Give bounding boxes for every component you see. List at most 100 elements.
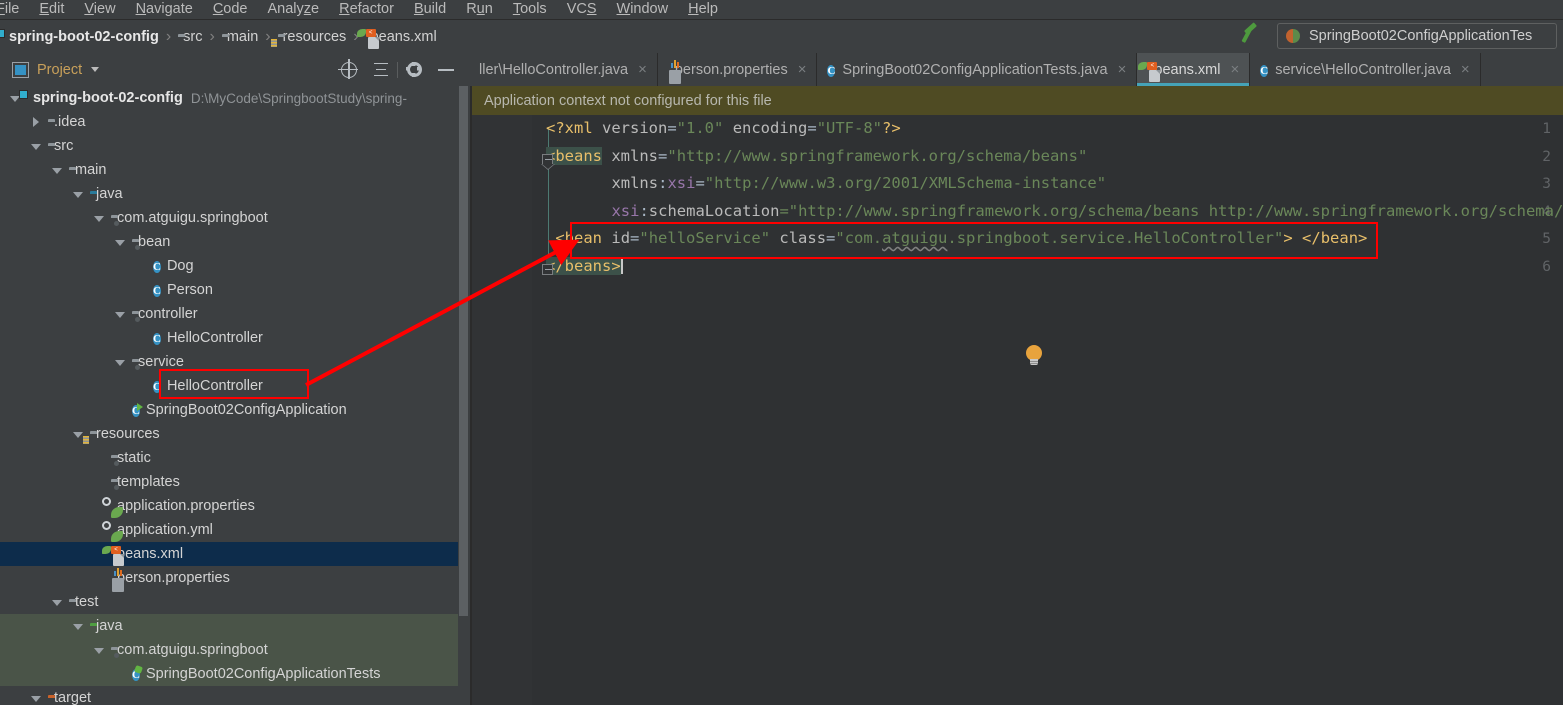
menu-item-window[interactable]: Window [607, 0, 679, 19]
tree-node-test[interactable]: test [0, 590, 458, 614]
editor-gutter[interactable] [472, 115, 532, 705]
breadcrumb-item-src[interactable]: src [178, 29, 202, 45]
close-icon[interactable]: × [798, 61, 807, 78]
code-line-6[interactable]: </beans> [546, 256, 623, 275]
menu-item-navigate[interactable]: Navigate [126, 0, 203, 19]
menu-item-view[interactable]: View [74, 0, 125, 19]
menu-item-run[interactable]: Run [456, 0, 503, 19]
tree-node-controller[interactable]: controller [0, 302, 458, 326]
breadcrumb-item-spring-boot-02-config[interactable]: spring-boot-02-config [4, 29, 159, 45]
locate-icon[interactable] [333, 55, 365, 85]
tree-node-static[interactable]: static [0, 446, 458, 470]
tree-node-springboot02configapplicationtests[interactable]: C SpringBoot02ConfigApplicationTests [0, 662, 458, 686]
build-project-button[interactable] [1241, 22, 1265, 47]
menu-item-vcs[interactable]: VCS [557, 0, 607, 19]
code-line-3[interactable]: xmlns:xsi="http://www.w3.org/2001/XMLSch… [611, 174, 1106, 192]
tree-node-hellocontroller[interactable]: C HelloController [0, 326, 458, 350]
java-runnable-class-icon: C [132, 405, 140, 417]
project-panel-title: Project [37, 61, 83, 78]
code-token: <?xml [546, 119, 602, 137]
code-line-4[interactable]: xsi:schemaLocation="http://www.springfra… [611, 202, 1563, 220]
close-icon[interactable]: × [638, 61, 647, 78]
close-icon[interactable]: × [1118, 61, 1127, 78]
collapse-all-icon[interactable] [365, 55, 397, 85]
chevron-right-icon[interactable] [31, 116, 42, 128]
menu-item-build[interactable]: Build [404, 0, 456, 19]
tree-node-spring-boot-02-config[interactable]: spring-boot-02-config D:\MyCode\Springboo… [0, 86, 458, 110]
tree-node-dog[interactable]: C Dog [0, 254, 458, 278]
tree-node-label: test [75, 594, 99, 610]
chevron-down-icon[interactable] [94, 645, 105, 656]
chevron-down-icon[interactable] [52, 165, 63, 176]
minimize-icon[interactable] [430, 55, 462, 85]
code-token: xsi [667, 174, 696, 192]
tree-node-service[interactable]: service [0, 350, 458, 374]
tree-node-main[interactable]: main [0, 158, 458, 182]
tree-node-hellocontroller[interactable]: C HelloController [0, 374, 458, 398]
code-editor[interactable]: 1 <?xml version="1.0" encoding="UTF-8"?> 2… [472, 115, 1563, 705]
gear-icon[interactable] [398, 55, 430, 85]
tree-node-bean[interactable]: bean [0, 230, 458, 254]
tree-node-java[interactable]: java [0, 614, 458, 638]
intention-bulb-icon[interactable] [1024, 345, 1044, 366]
breadcrumb-item-beans-xml[interactable]: < beans.xml [356, 28, 437, 49]
menu-item-edit[interactable]: Edit [29, 0, 74, 19]
code-line-1[interactable]: <?xml version="1.0" encoding="UTF-8"?> [546, 119, 901, 137]
run-configuration-selector[interactable]: SpringBoot02ConfigApplicationTes [1277, 23, 1557, 49]
code-token: = [658, 146, 668, 165]
tree-node-java[interactable]: java [0, 182, 458, 206]
chevron-down-icon[interactable] [73, 621, 84, 632]
editor-tab-springboot02configapplicationtests-java[interactable]: C SpringBoot02ConfigApplicationTests.java… [817, 53, 1138, 86]
tree-node-target[interactable]: target [0, 686, 458, 705]
menu-item-tools[interactable]: Tools [503, 0, 557, 19]
tree-node-springboot02configapplication[interactable]: C SpringBoot02ConfigApplication [0, 398, 458, 422]
editor-tab-ller-hellocontroller-java[interactable]: ller\HelloController.java × [472, 53, 658, 86]
tree-node-application-properties[interactable]: application.properties [0, 494, 458, 518]
editor-tab-person-properties[interactable]: person.properties × [658, 53, 818, 86]
chevron-down-icon[interactable] [31, 693, 42, 704]
tree-node-label: Person [166, 282, 213, 298]
menu-item-analyze[interactable]: Analyze [258, 0, 330, 19]
tree-node-resources[interactable]: resources [0, 422, 458, 446]
menu-item-help[interactable]: Help [678, 0, 728, 19]
tree-node-beans-xml[interactable]: < beans.xml [0, 542, 458, 566]
chevron-down-icon[interactable] [115, 237, 126, 248]
menu-bar: File Edit View Navigate Code Analyze Refactor B… [0, 0, 1563, 19]
code-token: ="http://www.springframework.org/schema/… [779, 201, 1563, 220]
chevron-down-icon[interactable] [94, 213, 105, 224]
menu-item-refactor[interactable]: Refactor [329, 0, 404, 19]
chevron-down-icon[interactable] [31, 141, 42, 152]
editor-tab-beans-xml[interactable]: < beans.xml × [1137, 53, 1251, 86]
breadcrumb-item-main[interactable]: main [222, 29, 258, 45]
editor-tab-service-hellocontroller-java[interactable]: Cservice\HelloController.java × [1250, 53, 1481, 86]
tree-node-com-atguigu-springboot[interactable]: com.atguigu.springboot [0, 638, 458, 662]
chevron-down-icon[interactable] [73, 189, 84, 200]
tree-node-application-yml[interactable]: application.yml [0, 518, 458, 542]
close-icon[interactable]: × [1461, 61, 1470, 78]
code-line-5[interactable]: <bean id="helloService" class="com.atgui… [555, 229, 1367, 247]
project-tree-scrollbar[interactable] [458, 86, 470, 705]
chevron-down-icon[interactable] [91, 67, 100, 72]
tree-node-templates[interactable]: templates [0, 470, 458, 494]
tree-node--idea[interactable]: .idea [0, 110, 458, 134]
chevron-down-icon[interactable] [115, 357, 126, 368]
menu-item-file[interactable]: File [0, 0, 29, 19]
project-tree[interactable]: spring-boot-02-config D:\MyCode\Springboo… [0, 86, 458, 705]
fold-toggle-icon[interactable] [541, 153, 555, 170]
scrollbar-thumb[interactable] [459, 86, 468, 616]
tree-node-src[interactable]: src [0, 134, 458, 158]
menu-item-code[interactable]: Code [203, 0, 258, 19]
close-icon[interactable]: × [1230, 61, 1239, 78]
breadcrumb-item-resources[interactable]: resources [278, 29, 347, 45]
code-line-2[interactable]: <beans xmlns="http://www.springframework… [546, 146, 1087, 165]
tree-node-com-atguigu-springboot[interactable]: com.atguigu.springboot [0, 206, 458, 230]
chevron-down-icon[interactable] [115, 309, 126, 320]
tree-node-person-properties[interactable]: person.properties [0, 566, 458, 592]
editor-tab-bar[interactable]: ller\HelloController.java × person.propert… [472, 53, 1563, 86]
tree-node-label: resources [96, 426, 160, 442]
project-tool-window-header: Project [0, 53, 470, 86]
tree-node-person[interactable]: C Person [0, 278, 458, 302]
chevron-down-icon[interactable] [52, 597, 63, 608]
fold-toggle-icon[interactable] [542, 263, 553, 275]
